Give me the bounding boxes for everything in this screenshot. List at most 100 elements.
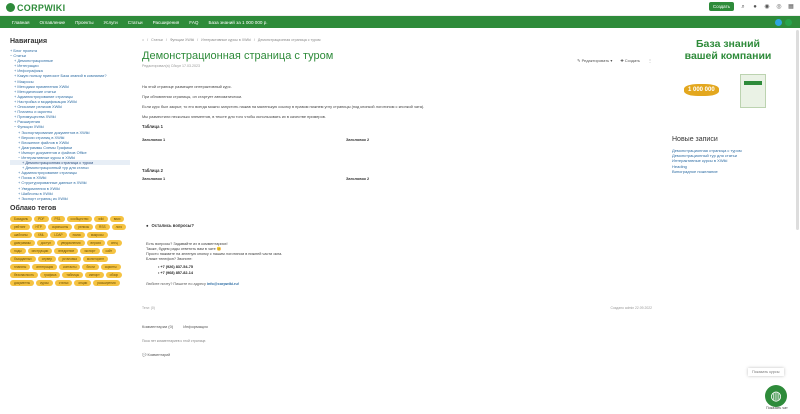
telegram-icon[interactable] — [775, 19, 782, 26]
paragraph: При обновлении страницы, он стартует авт… — [142, 94, 243, 99]
breadcrumb-current: Демонстрационная страница с туром — [257, 38, 321, 42]
tag-chip[interactable]: релизы — [74, 223, 94, 230]
tag-chip[interactable]: интеграция — [32, 263, 58, 270]
scrollbar[interactable] — [796, 30, 799, 230]
phone-link[interactable]: • +7 (968) 857-82-14 — [158, 271, 662, 277]
promo-banner[interactable]: База знаний вашей компании 1 000 000 — [680, 38, 776, 110]
email-link[interactable]: info@corpwiki.ru! — [207, 282, 239, 286]
tag-chip[interactable]: плагины — [10, 263, 31, 270]
tag-chip[interactable]: поиск — [68, 231, 85, 238]
tag-chip[interactable]: внедрение — [54, 247, 79, 254]
tag-chip[interactable]: XML — [33, 231, 49, 238]
tag-chip[interactable]: безопасность — [10, 271, 39, 278]
nav-item-projects[interactable]: Проекты — [75, 20, 93, 25]
breadcrumb-item[interactable]: Интерактивные курсы в XWiki — [201, 38, 251, 42]
tag-chip[interactable]: лого — [111, 223, 127, 230]
main-nav: Главная Оглавление Проекты Услуги Статьи… — [0, 16, 800, 28]
more-menu-icon[interactable]: ⋮ — [648, 58, 652, 63]
whatsapp-icon[interactable] — [785, 19, 792, 26]
tag-chip[interactable]: шаблоны — [10, 231, 32, 238]
user-icon[interactable]: ◉ — [764, 4, 770, 10]
tags-label: Теги: (0) — [142, 306, 155, 311]
chat-label: Показать чат — [766, 406, 788, 410]
no-comments-text: Пока нет комментариев к этой странице. — [142, 339, 207, 344]
home-icon[interactable]: ⌂ — [142, 38, 144, 42]
page-tabs: Комментарии (0) Информация — [142, 324, 662, 329]
table-header: Заголовок 1 Заголовок 2 — [142, 137, 662, 142]
tag-chip[interactable]: PS1 — [50, 215, 65, 222]
logo-mark-icon — [6, 3, 15, 12]
tag-chip[interactable]: спец — [106, 239, 122, 246]
show-courses-toast[interactable]: Показать курсы — [748, 368, 784, 376]
create-page-button[interactable]: ✚ Создать — [620, 58, 640, 63]
tag-chip[interactable]: HTP — [31, 223, 46, 230]
tag-chip[interactable]: сообщество — [66, 215, 93, 222]
questions-text: Есть вопросы? Задавайте их в комментария… — [146, 242, 283, 261]
tag-chip[interactable]: документы — [10, 279, 35, 286]
tag-chip[interactable]: доступ — [36, 239, 55, 246]
grid-icon[interactable]: ▦ — [788, 4, 794, 10]
tag-chip[interactable]: расширения — [93, 279, 120, 286]
nav-item-services[interactable]: Услуги — [104, 20, 118, 25]
add-comment-link[interactable]: 💬 Комментарий — [142, 353, 662, 357]
bell-icon[interactable]: ● — [752, 4, 758, 10]
tag-chip[interactable]: диаграммы — [10, 239, 35, 246]
search-icon[interactable]: ⌕ — [740, 4, 746, 10]
question-icon: ● — [146, 223, 149, 228]
tag-chip[interactable]: уведомления — [56, 239, 85, 246]
tag-chip[interactable]: LDAP — [50, 231, 67, 238]
table-header-cell: Заголовок 1 — [142, 176, 166, 181]
paragraph: На этой странице размещен интерактивный … — [142, 84, 232, 89]
tag-chip[interactable]: макросы — [86, 231, 108, 238]
tag-chip[interactable]: таблицы — [62, 271, 84, 278]
nav-item-contents[interactable]: Оглавление — [39, 20, 65, 25]
tag-chip[interactable]: инструкции — [27, 247, 53, 254]
banner-title: База знаний вашей компании — [684, 38, 772, 62]
tag-chip[interactable]: статьи — [54, 279, 73, 286]
tag-chip[interactable]: контакты — [59, 263, 81, 270]
edit-button[interactable]: ✎ Редактировать ▾ — [577, 58, 612, 63]
tag-chip[interactable]: опции — [74, 279, 92, 286]
tag-chip[interactable]: импорт — [85, 271, 104, 278]
tag-chip[interactable]: ноды — [10, 247, 26, 254]
tab-comments[interactable]: Комментарии (0) — [142, 324, 173, 329]
nav-item-extensions[interactable]: Расширения — [153, 20, 180, 25]
right-column: База знаний вашей компании 1 000 000 Нов… — [672, 38, 782, 174]
tag-chip[interactable]: установка — [58, 255, 81, 262]
breadcrumb-item[interactable]: Статьи — [151, 38, 163, 42]
nav-item-knowledge-base[interactable]: База знаний за 1 000 000 р. — [209, 20, 268, 25]
tag-chip[interactable]: экспорт — [80, 247, 100, 254]
banner-box-image — [740, 74, 766, 108]
tag-chip[interactable]: скриншоты — [47, 223, 73, 230]
tag-chip[interactable]: скрипты — [100, 263, 121, 270]
logo[interactable]: CORPWIKI — [6, 3, 65, 13]
page-meta: Редактировал(а) Сйсун 17.03.2023 — [142, 64, 201, 68]
tag-chip[interactable]: Базадань — [10, 215, 33, 222]
tag-chip[interactable]: блоги — [82, 263, 99, 270]
tag-chip[interactable]: вики — [109, 215, 125, 222]
tag-chip[interactable]: wiki — [94, 215, 108, 222]
tag-chip[interactable]: PDF — [34, 215, 49, 222]
table-header-cell: Заголовок 2 — [346, 137, 370, 142]
create-button[interactable]: Создать — [708, 2, 734, 11]
tag-chip[interactable]: сайт — [101, 247, 117, 254]
tag-chip[interactable]: графика — [40, 271, 61, 278]
nav-item-faq[interactable]: FAQ — [189, 20, 198, 25]
news-item[interactable]: Виноградное пожелание — [672, 169, 782, 174]
tag-chip[interactable]: базаданных — [10, 255, 36, 262]
tag-chip[interactable]: обзор — [105, 271, 123, 278]
tag-chip[interactable]: мониторинг — [82, 255, 109, 262]
tab-info[interactable]: Информация — [183, 324, 208, 329]
nav-item-home[interactable]: Главная — [12, 20, 29, 25]
globe-icon[interactable]: ◎ — [776, 4, 782, 10]
nav-tree-item[interactable]: + Экспорт страниц из XWiki — [10, 196, 130, 201]
chat-button[interactable]: ◍ — [765, 385, 787, 407]
logo-text: CORPWIKI — [17, 2, 66, 13]
tag-chip[interactable]: курсы — [36, 279, 53, 286]
tag-chip[interactable]: сервер — [37, 255, 57, 262]
tag-chip[interactable]: версия — [86, 239, 105, 246]
nav-item-articles[interactable]: Статьи — [128, 20, 143, 25]
breadcrumb-item[interactable]: Функции XWiki — [170, 38, 194, 42]
tag-chip[interactable]: RSS — [95, 223, 110, 230]
tag-chip[interactable]: рейтинг — [10, 223, 30, 230]
